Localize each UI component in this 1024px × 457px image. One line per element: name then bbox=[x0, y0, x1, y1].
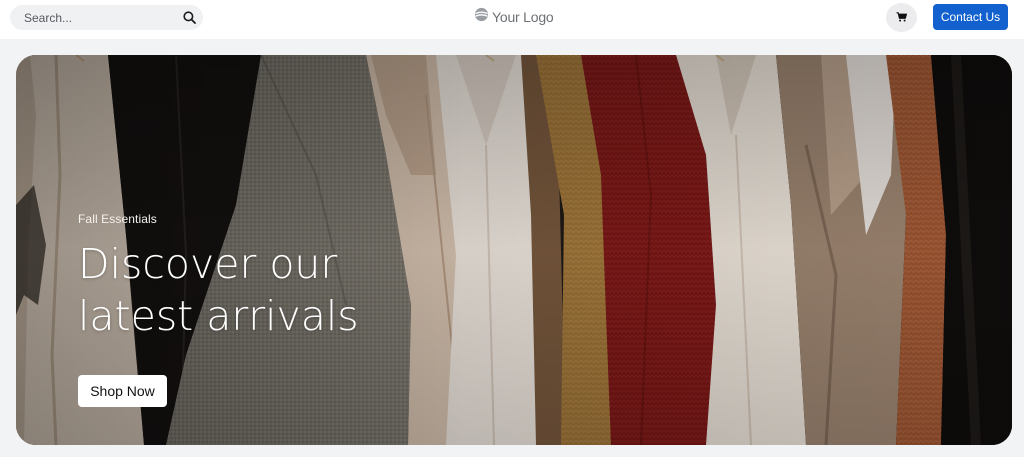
site-header: Your Logo Contact Us bbox=[0, 0, 1024, 39]
logo[interactable]: Your Logo bbox=[474, 7, 554, 27]
hero-content: Fall Essentials Discover our latest arri… bbox=[78, 212, 378, 342]
hero-banner: Fall Essentials Discover our latest arri… bbox=[16, 55, 1012, 445]
logo-mark-icon bbox=[474, 7, 489, 27]
hero-title-line-1: Discover our bbox=[78, 240, 338, 288]
hero-eyebrow: Fall Essentials bbox=[78, 212, 157, 226]
search-bar bbox=[10, 5, 203, 30]
cart-icon bbox=[896, 9, 907, 27]
search-icon[interactable] bbox=[179, 5, 199, 30]
search-input[interactable] bbox=[10, 5, 179, 30]
cart-button[interactable] bbox=[886, 3, 917, 32]
hero-title-line-2: latest arrivals bbox=[78, 292, 359, 340]
contact-us-button[interactable]: Contact Us bbox=[933, 4, 1008, 30]
shop-now-button[interactable]: Shop Now bbox=[78, 375, 167, 407]
hero-title: Discover our latest arrivals bbox=[78, 238, 378, 342]
logo-text: Your Logo bbox=[492, 9, 554, 25]
